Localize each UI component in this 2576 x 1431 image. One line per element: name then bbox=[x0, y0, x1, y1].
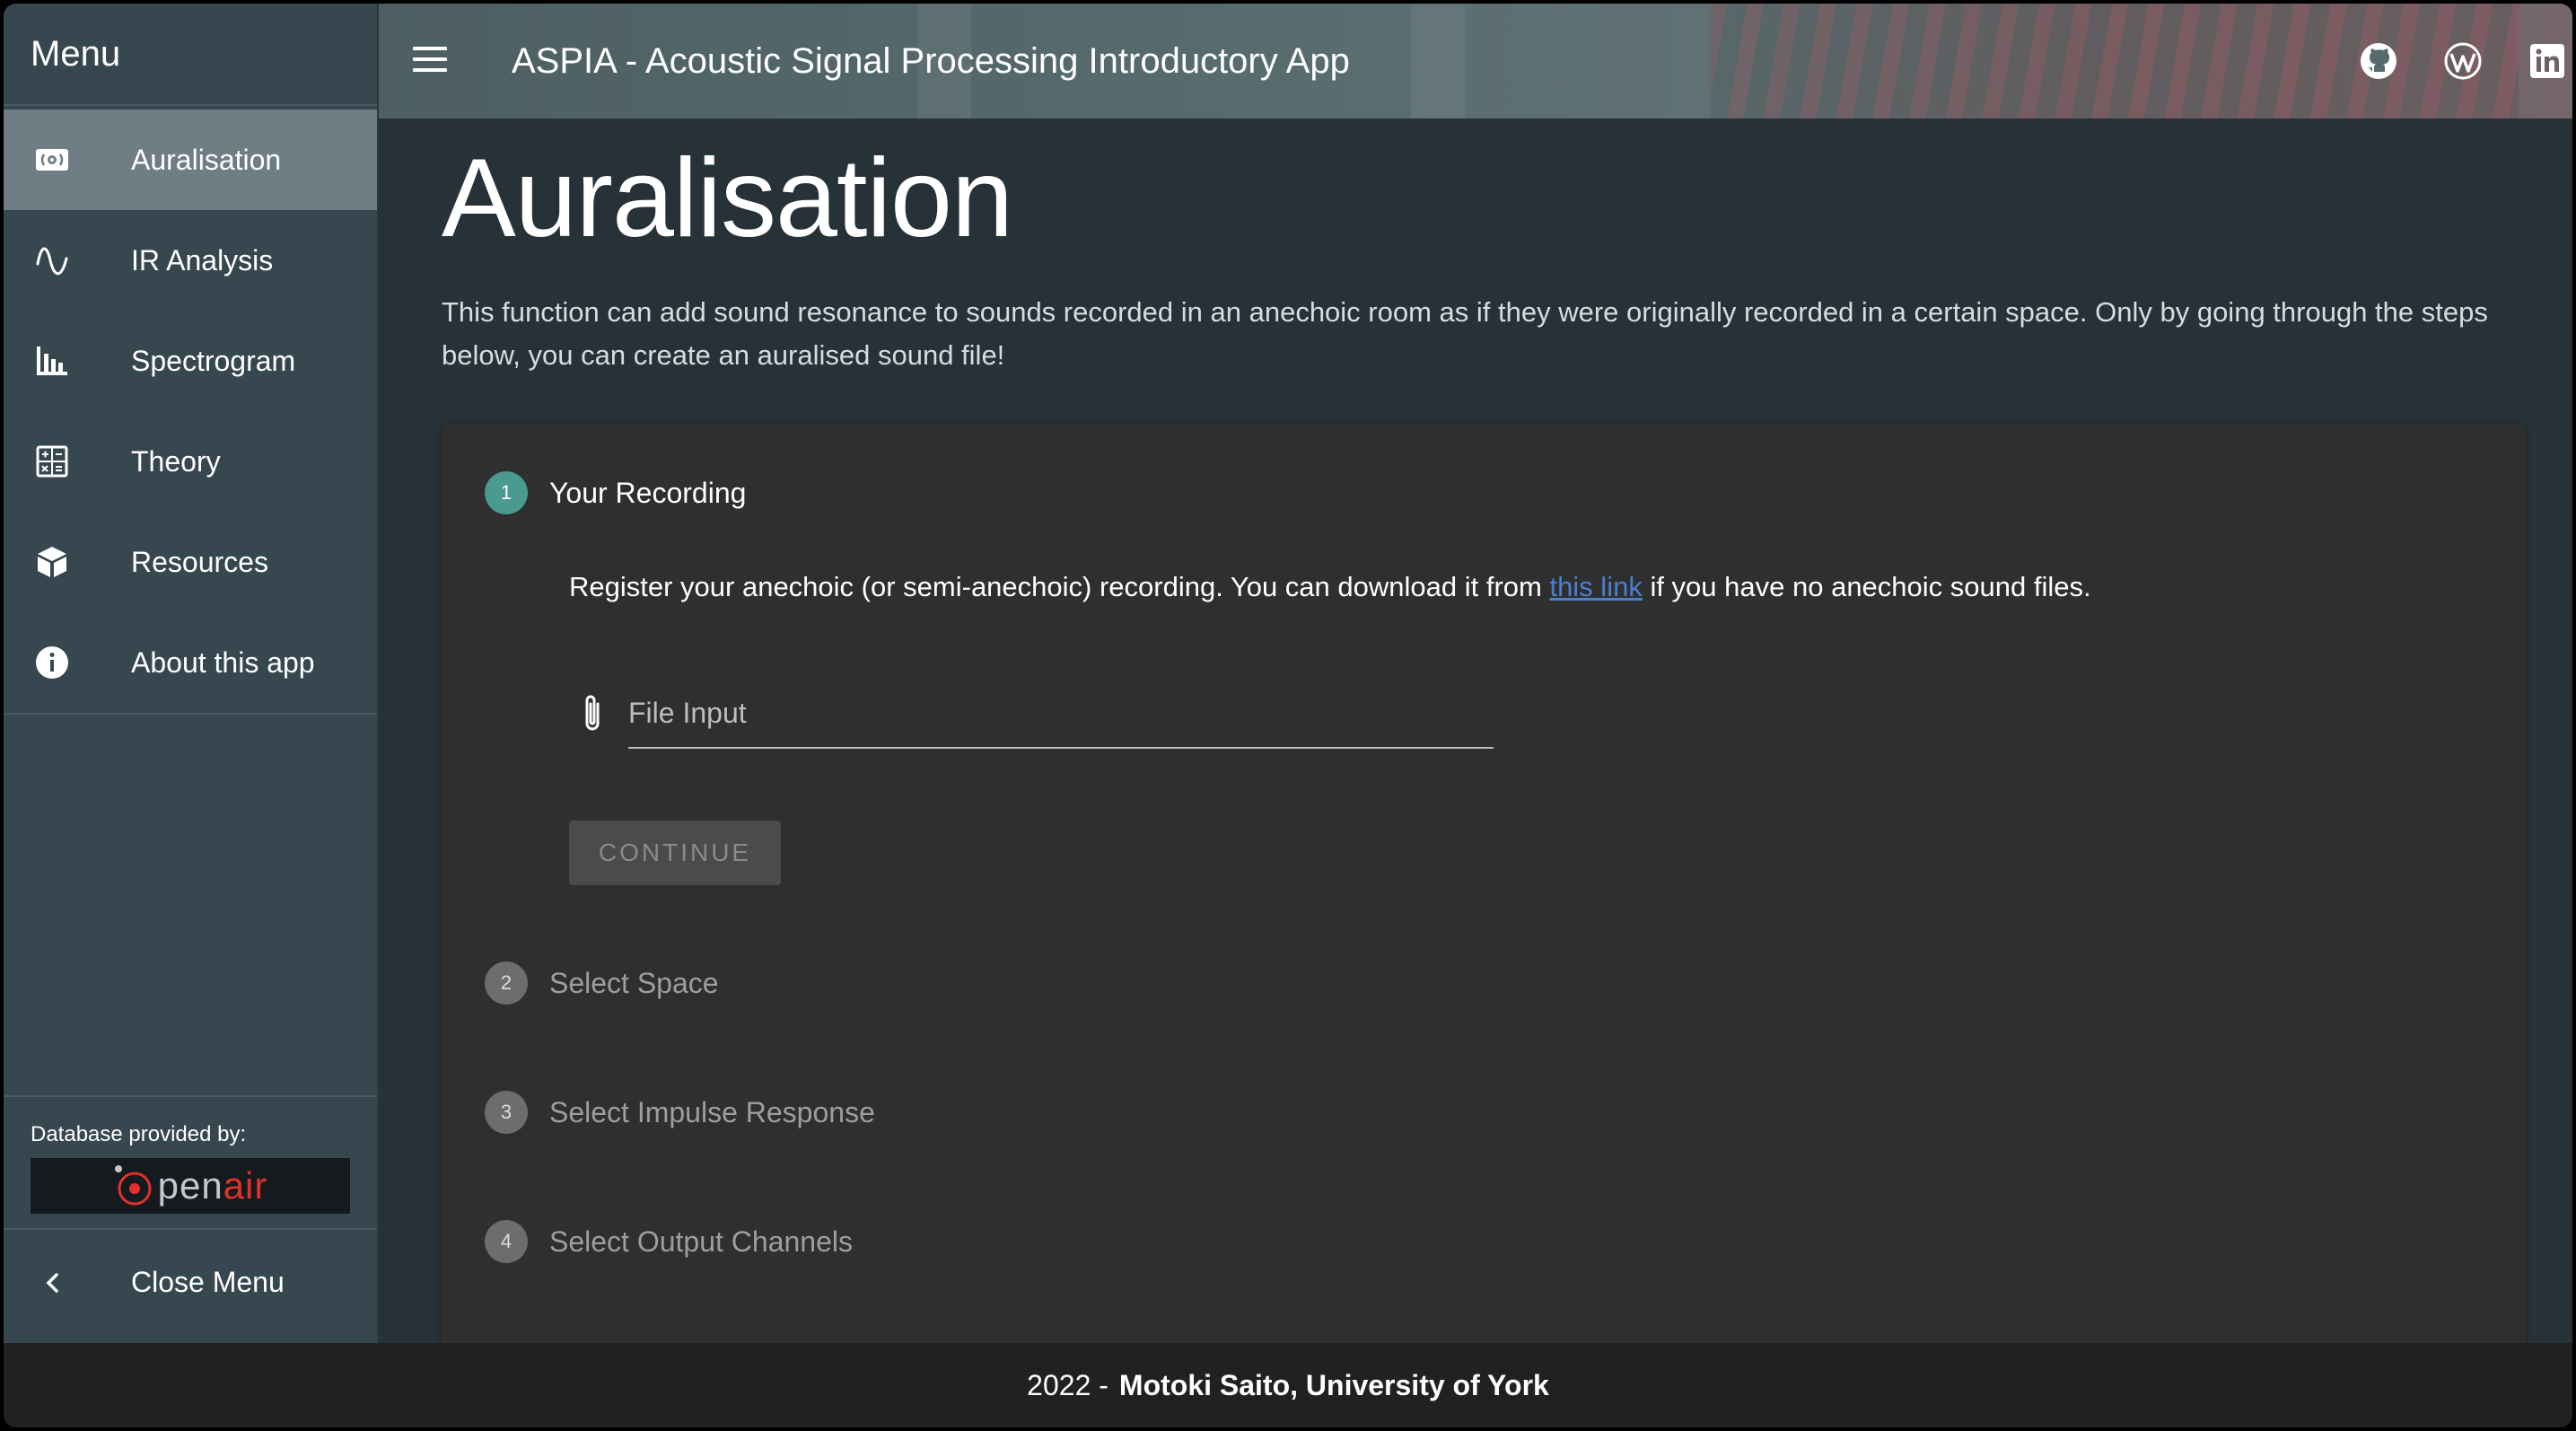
wordpress-icon[interactable] bbox=[2443, 41, 2483, 81]
sidebar-nav: Auralisation IR Analysis Spectrogram The… bbox=[4, 106, 377, 715]
sidebar-item-theory[interactable]: Theory bbox=[4, 411, 377, 512]
register-instructions: Register your anechoic (or semi-anechoic… bbox=[569, 571, 2454, 603]
app-bar: ASPIA - Acoustic Signal Processing Intro… bbox=[379, 4, 2572, 119]
sidebar-item-label: Spectrogram bbox=[131, 344, 296, 377]
paperclip-icon[interactable] bbox=[574, 691, 610, 736]
register-text: if you have no anechoic sound files. bbox=[1642, 571, 2091, 602]
file-input-placeholder: File Input bbox=[628, 697, 747, 729]
step-label: Select Impulse Response bbox=[549, 1095, 875, 1128]
surround-sound-icon bbox=[32, 142, 72, 178]
cube-icon bbox=[32, 544, 72, 580]
step-1-header[interactable]: 1 Your Recording bbox=[485, 470, 746, 515]
step-4-header[interactable]: 4 Select Output Channels bbox=[485, 1219, 853, 1264]
step-number-badge: 4 bbox=[485, 1220, 528, 1263]
register-text: Register your anechoic (or semi-anechoic… bbox=[569, 571, 1550, 602]
main-content: Auralisation This function can add sound… bbox=[379, 119, 2572, 1343]
file-input-row: File Input bbox=[569, 677, 1494, 749]
continue-button[interactable]: CONTINUE bbox=[569, 821, 781, 885]
openair-logo[interactable]: penair bbox=[31, 1158, 350, 1214]
social-links bbox=[2359, 41, 2567, 81]
chevron-left-icon bbox=[38, 1268, 68, 1298]
sidebar-item-ir-analysis[interactable]: IR Analysis bbox=[4, 210, 377, 311]
database-label: Database provided by: bbox=[31, 1122, 247, 1146]
footer-year: 2022 - bbox=[1027, 1368, 1108, 1401]
footer-author: Motoki Saito, University of York bbox=[1118, 1368, 1549, 1401]
openair-o-icon bbox=[114, 1165, 152, 1206]
close-menu-button[interactable]: Close Menu bbox=[4, 1232, 377, 1332]
sidebar-item-spectrogram[interactable]: Spectrogram bbox=[4, 311, 377, 411]
sidebar-header: Menu bbox=[4, 4, 377, 106]
info-icon bbox=[32, 645, 72, 680]
logo-text-air: air bbox=[223, 1164, 268, 1207]
sidebar-item-about[interactable]: About this app bbox=[4, 612, 377, 713]
step-number-badge: 3 bbox=[485, 1091, 528, 1134]
calculator-icon bbox=[32, 443, 72, 479]
sidebar: Menu Auralisation IR Analysis Spectrogra… bbox=[4, 4, 379, 1343]
bar-chart-icon bbox=[32, 343, 72, 379]
sidebar-item-label: About this app bbox=[131, 645, 315, 679]
step-number-badge: 1 bbox=[485, 471, 528, 514]
database-credit: Database provided by: penair bbox=[4, 1095, 377, 1230]
step-label: Your Recording bbox=[549, 476, 747, 509]
github-icon[interactable] bbox=[2359, 41, 2398, 81]
sidebar-item-auralisation[interactable]: Auralisation bbox=[4, 110, 377, 210]
step-number-badge: 2 bbox=[485, 961, 528, 1005]
app-title: ASPIA - Acoustic Signal Processing Intro… bbox=[512, 41, 1350, 81]
logo-text-pen: pen bbox=[157, 1164, 223, 1207]
sidebar-item-resources[interactable]: Resources bbox=[4, 512, 377, 612]
step-label: Select Output Channels bbox=[549, 1225, 853, 1258]
sidebar-item-label: Auralisation bbox=[131, 143, 282, 176]
step-label: Select Space bbox=[549, 966, 719, 999]
auralisation-stepper: 1 Your Recording Register your anechoic … bbox=[442, 424, 2526, 1343]
header-background-decor bbox=[1411, 4, 1465, 119]
step-1-content: Register your anechoic (or semi-anechoic… bbox=[569, 571, 2454, 885]
intro-text: This function can add sound resonance to… bbox=[442, 296, 2488, 371]
linkedin-icon[interactable] bbox=[2528, 41, 2567, 81]
page-title: Auralisation bbox=[442, 136, 1013, 260]
sine-wave-icon bbox=[32, 242, 72, 278]
app-window: Menu Auralisation IR Analysis Spectrogra… bbox=[4, 4, 2572, 1427]
download-link[interactable]: this link bbox=[1549, 571, 1642, 602]
step-2-header[interactable]: 2 Select Space bbox=[485, 961, 719, 1005]
sidebar-item-label: IR Analysis bbox=[131, 243, 274, 277]
hamburger-menu-icon[interactable] bbox=[413, 47, 447, 75]
sidebar-item-label: Resources bbox=[131, 545, 268, 578]
sidebar-item-label: Theory bbox=[131, 444, 221, 478]
step-3-header[interactable]: 3 Select Impulse Response bbox=[485, 1090, 875, 1135]
file-input-field[interactable]: File Input bbox=[628, 677, 1494, 749]
close-menu-label: Close Menu bbox=[131, 1265, 285, 1298]
footer: 2022 - Motoki Saito, University of York bbox=[4, 1343, 2572, 1427]
